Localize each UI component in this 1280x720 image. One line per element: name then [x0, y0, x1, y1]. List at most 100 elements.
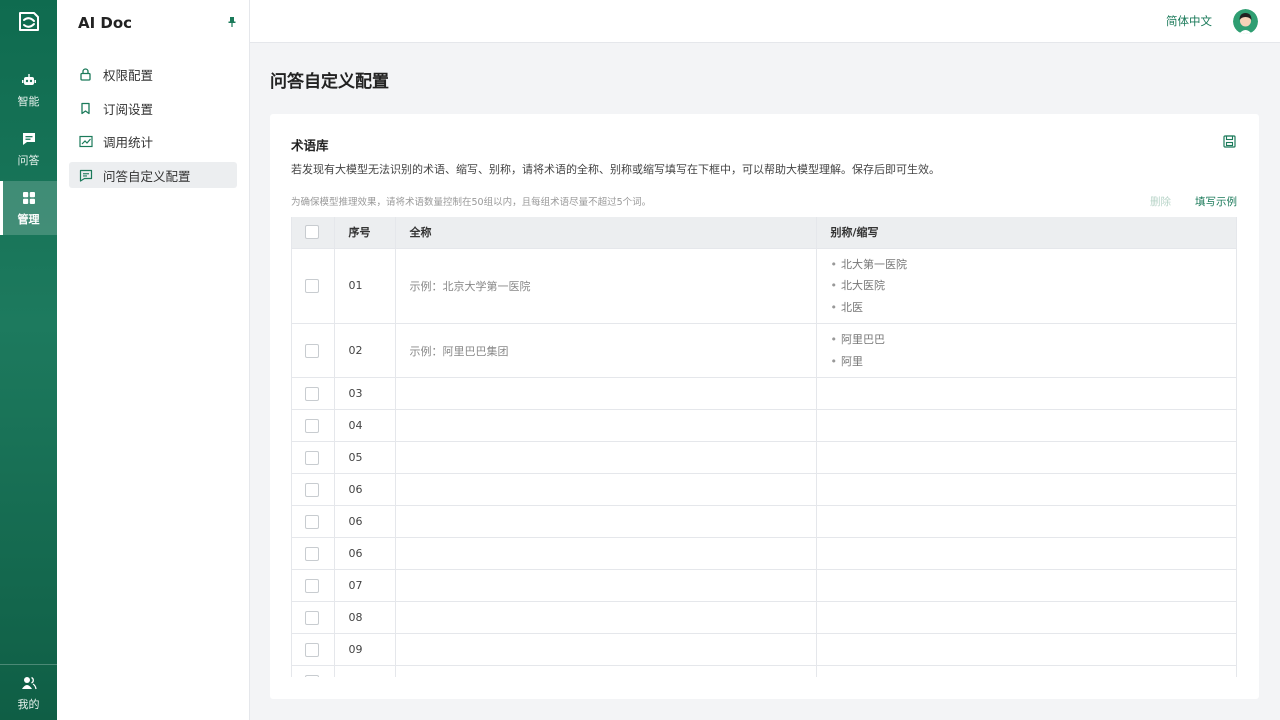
full-name-cell[interactable]: [395, 601, 817, 634]
table-row: 08: [292, 601, 1236, 634]
full-name-cell[interactable]: [395, 569, 817, 602]
full-name-cell[interactable]: [395, 537, 817, 570]
alias-item: 北医: [831, 297, 1237, 319]
alias-item: 阿里巴巴: [831, 329, 1237, 351]
alias-item: 北大第一医院: [831, 254, 1237, 276]
row-checkbox[interactable]: [305, 578, 319, 593]
table-row: 01示例：北京大学第一医院北大第一医院北大医院北医: [292, 248, 1237, 324]
rail-item-manage[interactable]: 管理: [0, 181, 57, 235]
rail-label: 管理: [17, 213, 40, 226]
row-index: 01: [334, 248, 396, 324]
row-index: 06: [334, 473, 396, 506]
row-checkbox[interactable]: [305, 642, 319, 657]
row-checkbox-cell: [292, 441, 335, 474]
full-name-cell[interactable]: [395, 409, 817, 442]
alias-list: 北大第一医院北大医院北医: [831, 249, 1237, 324]
row-checkbox-cell: [292, 665, 335, 677]
column-header-index: 序号: [334, 217, 396, 249]
delete-button[interactable]: 删除: [1150, 194, 1171, 209]
full-name-cell[interactable]: [395, 665, 817, 677]
app-logo-icon[interactable]: [16, 10, 42, 34]
rail-item-mine[interactable]: 我的: [0, 666, 57, 720]
app-rail: 智能 问答 管理 我的: [0, 0, 57, 720]
row-checkbox-cell: [292, 409, 335, 442]
alias-cell[interactable]: [816, 441, 1236, 474]
row-checkbox[interactable]: [305, 386, 319, 401]
sidebar-item-label: 调用统计: [103, 134, 154, 150]
sidebar-item-qa-config[interactable]: 问答自定义配置: [69, 162, 237, 188]
table-row: [292, 665, 1236, 677]
full-name-cell[interactable]: [395, 633, 817, 666]
full-name-cell[interactable]: [395, 377, 817, 410]
rail-item-qa[interactable]: 问答: [0, 122, 57, 176]
row-checkbox[interactable]: [305, 278, 319, 293]
alias-cell[interactable]: 北大第一医院北大医院北医: [816, 248, 1237, 324]
message-icon: [79, 168, 93, 182]
card-hint: 为确保模型推理效果，请将术语数量控制在50组以内，且每组术语尽量不超过5个词。: [291, 197, 652, 208]
page-title: 问答自定义配置: [270, 72, 389, 92]
row-checkbox-cell: [292, 505, 335, 538]
avatar[interactable]: [1233, 9, 1258, 34]
chart-icon: [79, 134, 93, 148]
row-checkbox-cell: [292, 323, 335, 378]
full-name-cell[interactable]: 示例：阿里巴巴集团: [395, 323, 817, 378]
rail-label: 我的: [17, 698, 40, 711]
full-name-cell[interactable]: [395, 473, 817, 506]
row-checkbox[interactable]: [305, 482, 319, 497]
sidebar-item-permissions[interactable]: 权限配置: [69, 61, 237, 87]
row-checkbox[interactable]: [305, 546, 319, 561]
row-checkbox-cell: [292, 248, 335, 324]
row-checkbox[interactable]: [305, 343, 319, 358]
glossary-table: 序号 全称 别称/缩写 01示例：北京大学第一医院北大第一医院北大医院北医02示…: [291, 217, 1237, 677]
fill-example-button[interactable]: 填写示例: [1195, 194, 1237, 209]
full-name-cell[interactable]: [395, 441, 817, 474]
table-row: 06: [292, 473, 1236, 506]
alias-cell[interactable]: [816, 569, 1236, 602]
table-row: 07: [292, 569, 1236, 602]
save-icon[interactable]: [1223, 135, 1236, 148]
grid-icon: [20, 189, 38, 207]
top-header: 简体中文: [250, 0, 1280, 43]
sidebar-item-label: 问答自定义配置: [103, 168, 191, 184]
sidebar-item-label: 订阅设置: [103, 101, 154, 117]
pin-icon[interactable]: [227, 16, 237, 28]
rail-item-ai[interactable]: 智能: [0, 63, 57, 117]
row-index: 06: [334, 537, 396, 570]
row-checkbox[interactable]: [305, 450, 319, 465]
column-header-full-name: 全称: [395, 217, 817, 249]
select-all-checkbox[interactable]: [305, 225, 319, 240]
full-name-cell[interactable]: 示例：北京大学第一医院: [395, 248, 817, 324]
row-checkbox[interactable]: [305, 610, 319, 625]
alias-cell[interactable]: [816, 601, 1236, 634]
alias-cell[interactable]: [816, 377, 1236, 410]
alias-cell[interactable]: [816, 409, 1236, 442]
row-checkbox-cell: [292, 569, 335, 602]
alias-cell[interactable]: [816, 633, 1236, 666]
rail-divider: [0, 664, 57, 665]
sidebar-item-subscription[interactable]: 订阅设置: [69, 95, 237, 121]
table-row: 09: [292, 633, 1236, 666]
row-index: 06: [334, 505, 396, 538]
table-row: 06: [292, 505, 1236, 538]
card-description: 若发现有大模型无法识别的术语、缩写、别称，请将术语的全称、别称或缩写填写在下框中…: [291, 163, 940, 176]
row-index: 08: [334, 601, 396, 634]
table-row: 03: [292, 377, 1236, 410]
alias-item: 阿里: [831, 351, 1237, 373]
row-checkbox[interactable]: [305, 674, 319, 677]
alias-cell[interactable]: 阿里巴巴阿里: [816, 323, 1237, 378]
row-checkbox-cell: [292, 537, 335, 570]
user-group-icon: [20, 674, 38, 692]
glossary-card: 术语库 若发现有大模型无法识别的术语、缩写、别称，请将术语的全称、别称或缩写填写…: [270, 114, 1259, 699]
row-checkbox[interactable]: [305, 418, 319, 433]
language-switcher[interactable]: 简体中文: [1166, 13, 1212, 29]
alias-cell[interactable]: [816, 505, 1236, 538]
alias-cell[interactable]: [816, 473, 1236, 506]
alias-cell[interactable]: [816, 537, 1236, 570]
row-index: 04: [334, 409, 396, 442]
full-name-cell[interactable]: [395, 505, 817, 538]
alias-cell[interactable]: [816, 665, 1236, 677]
sidebar-item-stats[interactable]: 调用统计: [69, 128, 237, 154]
row-checkbox[interactable]: [305, 514, 319, 529]
rail-label: 智能: [17, 95, 40, 108]
row-index: 02: [334, 323, 396, 378]
